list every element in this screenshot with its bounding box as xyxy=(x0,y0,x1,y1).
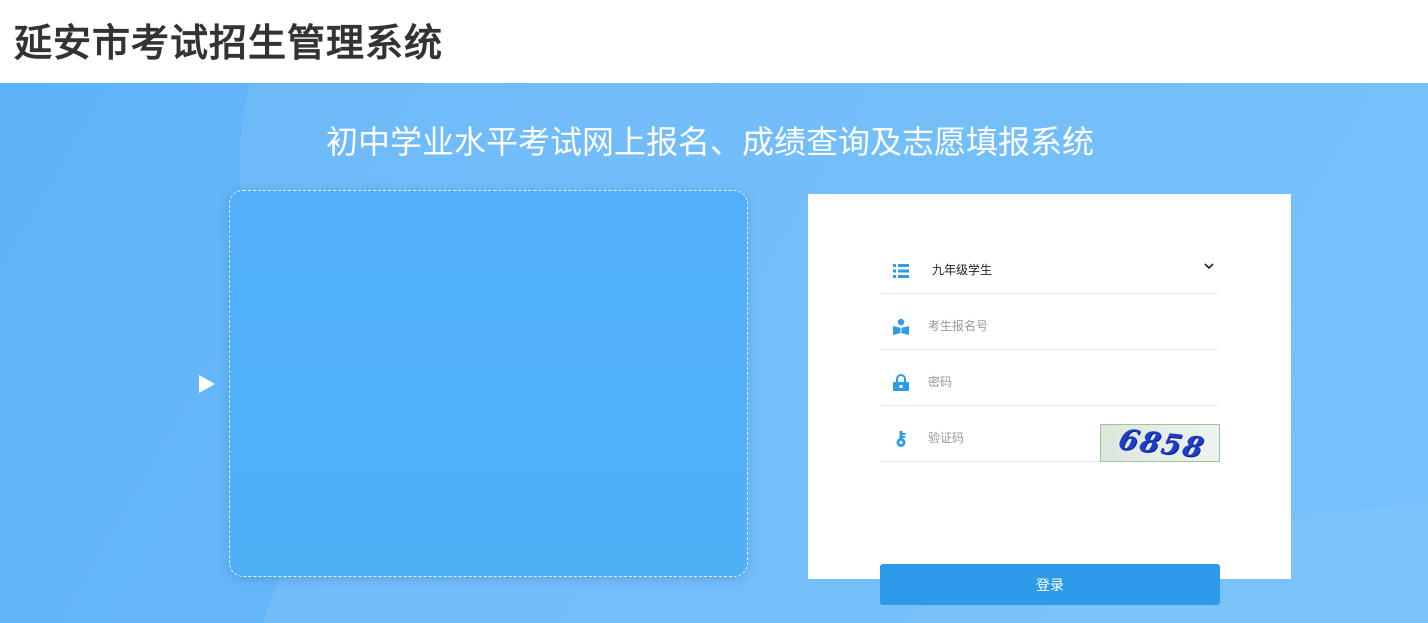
header: 延安市考试招生管理系统 xyxy=(0,0,1428,83)
play-icon[interactable] xyxy=(199,375,215,393)
role-select-value: 九年级学生 xyxy=(932,263,993,277)
captcha-field-row: 6858 xyxy=(880,414,1220,462)
site-title: 延安市考试招生管理系统 xyxy=(14,21,444,65)
hero-banner: 初中学业水平考试网上报名、成绩查询及志愿填报系统 九年级学生 考生报名号 验证码… xyxy=(0,83,1428,623)
media-panel xyxy=(229,190,748,577)
list-icon xyxy=(893,264,909,278)
chevron-down-icon xyxy=(1204,263,1214,270)
key-icon xyxy=(896,431,906,447)
exam-id-input[interactable] xyxy=(928,310,1128,342)
exam-id-field-row xyxy=(880,302,1219,350)
captcha-input[interactable] xyxy=(928,422,1088,454)
login-card: 九年级学生 考生报名号 验证码 6858 登录 xyxy=(808,194,1291,605)
password-field-row xyxy=(880,358,1219,406)
captcha-image-text: 6858 xyxy=(1115,424,1209,462)
system-subtitle: 初中学业水平考试网上报名、成绩查询及志愿填报系统 xyxy=(326,123,1095,161)
password-input[interactable] xyxy=(928,366,1128,398)
lock-icon xyxy=(893,374,909,391)
captcha-image[interactable]: 6858 xyxy=(1100,424,1220,462)
role-select[interactable]: 九年级学生 xyxy=(880,246,1219,294)
login-button[interactable]: 登录 xyxy=(880,564,1220,605)
user-book-icon xyxy=(893,318,909,335)
